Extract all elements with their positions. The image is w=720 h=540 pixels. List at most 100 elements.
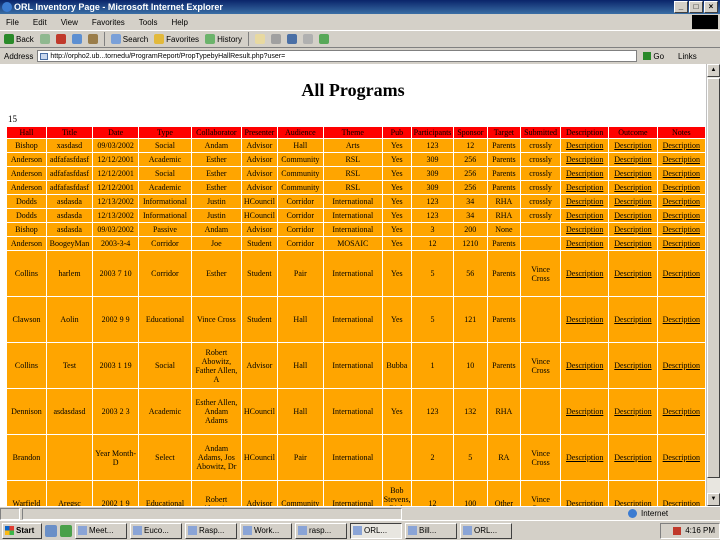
table-cell[interactable]: Description [560,296,610,343]
description-link[interactable]: Description [663,155,700,164]
description-link[interactable]: Description [663,183,700,192]
table-cell[interactable]: Description [656,208,706,223]
table-cell[interactable]: Description [656,166,706,181]
table-cell[interactable]: Description [608,222,658,237]
taskbar-item[interactable]: ORL... [460,522,512,539]
table-cell[interactable]: Description [656,342,706,389]
menu-tools[interactable]: Tools [139,18,158,27]
taskbar-item[interactable]: Meet... [75,522,127,539]
description-link[interactable]: Description [614,155,651,164]
description-link[interactable]: Description [566,407,603,416]
table-cell[interactable]: Description [560,180,610,195]
description-link[interactable]: Description [663,407,700,416]
favorites-button[interactable]: Favorites [154,34,199,44]
table-cell[interactable]: Description [656,388,706,435]
description-link[interactable]: Description [614,499,651,506]
tray-icon[interactable] [673,526,682,535]
back-button[interactable]: Back [4,34,34,44]
table-cell[interactable]: Description [560,236,610,251]
table-cell[interactable]: Description [560,480,610,506]
table-cell[interactable]: Description [560,194,610,209]
description-link[interactable]: Description [566,211,603,220]
description-link[interactable]: Description [663,197,700,206]
description-link[interactable]: Description [614,141,651,150]
taskbar-item[interactable]: ORL... [350,522,402,539]
refresh-button[interactable] [71,34,82,44]
table-cell[interactable]: Description [656,296,706,343]
table-cell[interactable]: Description [656,138,706,153]
description-link[interactable]: Description [663,141,700,150]
description-link[interactable]: Description [663,361,700,370]
description-link[interactable]: Description [614,269,651,278]
taskbar-item[interactable]: Bill... [405,522,457,539]
maximize-icon[interactable]: □ [689,1,703,13]
description-link[interactable]: Description [566,141,603,150]
description-link[interactable]: Description [566,225,603,234]
description-link[interactable]: Description [614,453,651,462]
table-cell[interactable]: Description [560,342,610,389]
menu-help[interactable]: Help [171,18,187,27]
description-link[interactable]: Description [566,315,603,324]
quicklaunch-ie-icon[interactable] [45,524,57,537]
table-cell[interactable]: Description [608,236,658,251]
address-input[interactable]: http://orpho2.ub...tornedu/ProgramReport… [37,50,638,62]
description-link[interactable]: Description [614,407,651,416]
description-link[interactable]: Description [663,269,700,278]
description-link[interactable]: Description [566,183,603,192]
description-link[interactable]: Description [566,197,603,206]
start-button[interactable]: Start [2,522,42,539]
description-link[interactable]: Description [566,361,603,370]
description-link[interactable]: Description [614,183,651,192]
table-cell[interactable]: Description [608,138,658,153]
table-cell[interactable]: Description [560,208,610,223]
description-link[interactable]: Description [614,197,651,206]
discuss-button[interactable] [302,34,313,44]
table-cell[interactable]: Description [560,138,610,153]
links-button[interactable]: Links [678,52,697,61]
table-cell[interactable]: Description [656,180,706,195]
menu-favorites[interactable]: Favorites [92,18,125,27]
go-button[interactable]: Go [643,52,664,61]
description-link[interactable]: Description [614,225,651,234]
table-cell[interactable]: Description [608,180,658,195]
description-link[interactable]: Description [663,239,700,248]
mail-button[interactable] [254,34,265,44]
search-button[interactable]: Search [110,34,148,44]
table-cell[interactable]: Description [608,388,658,435]
table-cell[interactable]: Description [656,222,706,237]
table-cell[interactable]: Description [608,166,658,181]
scroll-up-icon[interactable]: ▲ [707,64,720,77]
close-icon[interactable]: × [704,1,718,13]
description-link[interactable]: Description [614,239,651,248]
description-link[interactable]: Description [566,155,603,164]
taskbar-item[interactable]: rasp... [295,522,347,539]
description-link[interactable]: Description [614,315,651,324]
menu-file[interactable]: File [6,18,19,27]
table-cell[interactable]: Description [656,152,706,167]
description-link[interactable]: Description [566,269,603,278]
description-link[interactable]: Description [663,169,700,178]
description-link[interactable]: Description [566,239,603,248]
vertical-scrollbar[interactable]: ▲ ▼ [706,64,720,506]
taskbar-item[interactable]: Rasp... [185,522,237,539]
description-link[interactable]: Description [663,225,700,234]
description-link[interactable]: Description [663,453,700,462]
table-cell[interactable]: Description [656,194,706,209]
stop-button[interactable] [55,34,66,44]
history-button[interactable]: History [205,34,242,44]
description-link[interactable]: Description [663,499,700,506]
scroll-down-icon[interactable]: ▼ [707,493,720,506]
taskbar-item[interactable]: Work... [240,522,292,539]
menu-view[interactable]: View [61,18,78,27]
table-cell[interactable]: Description [608,342,658,389]
menu-edit[interactable]: Edit [33,18,47,27]
description-link[interactable]: Description [614,211,651,220]
description-link[interactable]: Description [566,499,603,506]
minimize-icon[interactable]: _ [674,1,688,13]
forward-button[interactable] [39,34,50,44]
home-button[interactable] [87,34,98,44]
table-cell[interactable]: Description [656,480,706,506]
description-link[interactable]: Description [614,361,651,370]
description-link[interactable]: Description [566,169,603,178]
table-cell[interactable]: Description [608,480,658,506]
